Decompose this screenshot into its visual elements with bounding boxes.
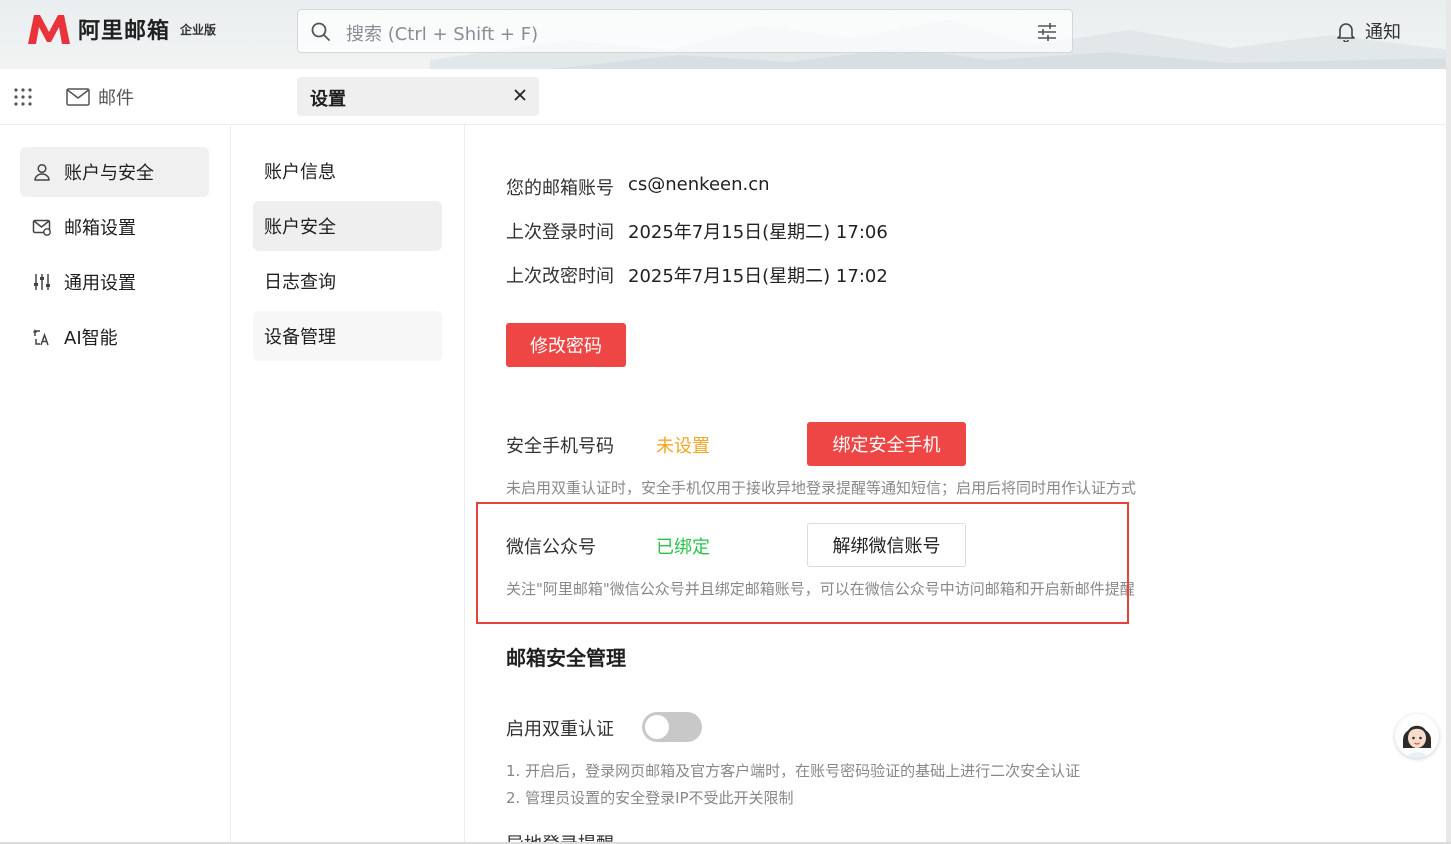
submenu-item-device-management[interactable]: 设备管理 <box>253 311 442 361</box>
assistant-avatar-icon <box>1395 714 1439 758</box>
sidebar-item-label: AI智能 <box>64 328 118 349</box>
bell-icon <box>1337 23 1355 42</box>
toggle-knob <box>645 715 669 739</box>
sidebar-item-mailbox-settings[interactable]: 邮箱设置 <box>20 202 209 252</box>
submenu-item-account-info[interactable]: 账户信息 <box>253 146 442 196</box>
filter-icon[interactable] <box>1036 22 1058 42</box>
sliders-icon <box>34 274 50 290</box>
last-password-change-row: 上次改密时间 2025年7月15日(星期二) 17:02 <box>506 262 888 288</box>
notification-label: 通知 <box>1365 22 1401 43</box>
tab-settings-label: 设置 <box>310 89 346 110</box>
bind-security-phone-button[interactable]: 绑定安全手机 <box>807 422 966 466</box>
settings-sidebar: 账户与安全 邮箱设置 通用设置 AI智能 <box>0 125 231 844</box>
envelope-icon <box>66 88 90 106</box>
window-right-edge <box>1446 0 1451 844</box>
tab-settings[interactable]: 设置 <box>297 77 539 116</box>
last-login-row: 上次登录时间 2025年7月15日(星期二) 17:06 <box>506 218 888 244</box>
sidebar-item-ai[interactable]: AI智能 <box>20 312 209 362</box>
app-grid-icon[interactable] <box>13 87 33 107</box>
tab-mail[interactable]: 邮件 <box>66 84 134 110</box>
security-management-title: 邮箱安全管理 <box>506 646 626 670</box>
ai-translate-icon <box>32 329 49 346</box>
logo-badge: 企业版 <box>180 22 217 37</box>
security-phone-label: 安全手机号码 <box>506 436 614 457</box>
sidebar-item-account-security[interactable]: 账户与安全 <box>20 147 209 197</box>
settings-submenu: 账户信息 账户安全 日志查询 设备管理 <box>231 125 465 844</box>
last-login-key: 上次登录时间 <box>506 222 614 243</box>
email-account-row: 您的邮箱账号 cs@nenkeen.cn <box>506 174 770 200</box>
close-icon[interactable] <box>513 88 527 102</box>
account-security-panel: 您的邮箱账号 cs@nenkeen.cn 上次登录时间 2025年7月15日(星… <box>465 125 1446 844</box>
logo-text: 阿里邮箱 <box>78 19 171 44</box>
submenu-item-log-query[interactable]: 日志查询 <box>253 256 442 306</box>
wechat-highlight-box <box>476 502 1129 624</box>
submenu-item-account-security[interactable]: 账户安全 <box>253 201 442 251</box>
tab-mail-label: 邮件 <box>98 88 134 109</box>
top-header: 阿里邮箱 企业版 搜索 (Ctrl + Shift + F) 通知 <box>0 0 1451 69</box>
two-factor-note-2: 2. 管理员设置的安全登录IP不受此开关限制 <box>506 789 794 807</box>
tab-bar: 邮件 设置 <box>0 69 1451 125</box>
search-placeholder: 搜索 (Ctrl + Shift + F) <box>346 24 539 45</box>
sidebar-item-label: 邮箱设置 <box>64 218 136 239</box>
two-factor-toggle[interactable] <box>642 712 702 742</box>
logo-m-icon <box>28 15 70 44</box>
last-login-value: 2025年7月15日(星期二) 17:06 <box>628 222 888 243</box>
security-phone-status: 未设置 <box>656 436 710 457</box>
two-factor-label: 启用双重认证 <box>506 719 614 740</box>
search-input[interactable]: 搜索 (Ctrl + Shift + F) <box>297 9 1073 53</box>
two-factor-note-1: 1. 开启后，登录网页邮箱及官方客户端时，在账号密码验证的基础上进行二次安全认证 <box>506 762 1081 780</box>
last-password-change-key: 上次改密时间 <box>506 266 614 287</box>
sidebar-item-label: 通用设置 <box>64 273 136 294</box>
email-account-value: cs@nenkeen.cn <box>628 174 770 195</box>
last-password-change-value: 2025年7月15日(星期二) 17:02 <box>628 266 888 287</box>
user-icon <box>34 163 50 181</box>
sidebar-item-general-settings[interactable]: 通用设置 <box>20 257 209 307</box>
mailbox-settings-icon <box>32 219 51 236</box>
change-password-button[interactable]: 修改密码 <box>506 323 626 367</box>
aliyun-mail-logo[interactable]: 阿里邮箱 企业版 <box>26 12 216 46</box>
assistant-avatar[interactable] <box>1395 714 1439 758</box>
sidebar-item-label: 账户与安全 <box>64 163 154 184</box>
search-icon <box>311 22 330 41</box>
security-phone-hint: 未启用双重认证时，安全手机仅用于接收异地登录提醒等通知短信；启用后将同时用作认证… <box>506 479 1137 497</box>
email-account-key: 您的邮箱账号 <box>506 178 614 199</box>
notification-button[interactable]: 通知 <box>1335 18 1401 44</box>
